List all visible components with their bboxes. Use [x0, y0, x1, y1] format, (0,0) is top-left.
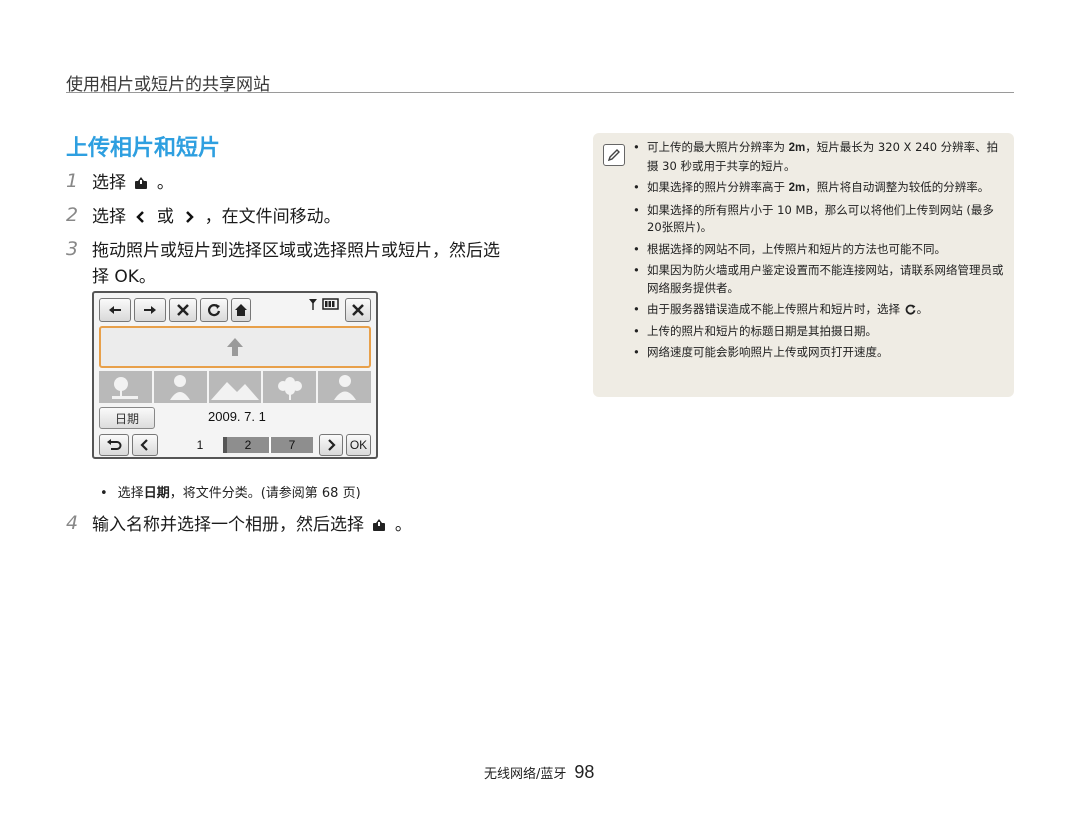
date-value: 2009. 7. 1: [208, 409, 266, 424]
bullet-prefix: 选择: [117, 486, 144, 501]
prev-button[interactable]: [132, 434, 158, 456]
resolution-2m-icon: 2m: [788, 142, 806, 154]
footer-section: 无线网络/蓝牙: [484, 767, 567, 782]
step-2: 2 选择 或 ，在文件间移动。: [66, 204, 341, 230]
step-text: 输入名称并选择一个相册，然后选择: [92, 515, 364, 535]
step-1: 1 选择 。: [66, 170, 174, 196]
thumbnail[interactable]: [208, 371, 262, 403]
flower-thumbnail-icon: [277, 377, 302, 400]
step-number: 1: [66, 170, 79, 192]
step-number: 2: [66, 204, 79, 226]
close-x-icon: [177, 304, 189, 316]
date-sort-button[interactable]: 日期: [99, 407, 155, 429]
date-sort-note: • 选择日期，将文件分类。(请参阅第 68 页): [100, 486, 361, 501]
page-footer: 无线网络/蓝牙 98: [484, 762, 594, 783]
return-icon: [107, 439, 122, 450]
step-text-end: 。: [394, 515, 412, 535]
battery-icon: [322, 298, 339, 310]
person-thumbnail-icon: [333, 375, 356, 400]
arrow-right-icon: [144, 306, 156, 314]
person-thumbnail-icon: [170, 375, 191, 400]
close-button[interactable]: [345, 298, 371, 322]
note-item: 网络速度可能会影响照片上传或网页打开速度。: [633, 344, 1005, 362]
thumbnail[interactable]: [263, 371, 317, 403]
timeline-label: 7: [271, 437, 313, 453]
timeline-label: 1: [196, 438, 204, 452]
note-box: 可上传的最大照片分辨率为 2m，短片最长为 320 X 240 分辨率、拍摄 3…: [593, 133, 1014, 397]
thumbnail[interactable]: [153, 371, 207, 403]
step-text-line1: 拖动照片或短片到选择区域或选择照片或短片，然后选: [92, 241, 500, 261]
forward-arrow-button[interactable]: [134, 298, 166, 322]
page-number: 98: [574, 762, 595, 782]
return-button[interactable]: [99, 434, 129, 456]
chevron-right-icon: [186, 211, 194, 223]
refresh-icon: [905, 304, 916, 315]
camera-screen: 日期 2009. 7. 1 1 2 7 OK: [92, 291, 378, 459]
note-item: 可上传的最大照片分辨率为 2m，短片最长为 320 X 240 分辨率、拍摄 3…: [633, 139, 1005, 175]
note-item: 如果选择的所有照片小于 10 MB，那么可以将他们上传到网站 (最多20张照片)…: [633, 202, 1005, 237]
upload-drop-zone[interactable]: [99, 326, 371, 368]
step-or: 或: [156, 207, 174, 227]
upload-arrow-icon: [227, 338, 243, 356]
arrow-left-icon: [109, 306, 121, 314]
delete-button[interactable]: [169, 298, 197, 322]
step-number: 4: [66, 512, 79, 534]
next-button[interactable]: [319, 434, 343, 456]
section-title: 上传相片和短片: [66, 136, 221, 161]
home-button[interactable]: [231, 298, 251, 322]
refresh-icon: [207, 304, 221, 317]
step-4: 4 输入名称并选择一个相册，然后选择 。: [66, 512, 412, 538]
step-text: 选择: [92, 207, 126, 227]
step-text-line2: 择 OK。: [92, 267, 156, 287]
header-divider: [66, 92, 1014, 93]
timeline-bar: 1 2 7 OK: [99, 434, 371, 456]
upload-icon: [373, 519, 386, 531]
chevron-left-icon: [140, 439, 148, 451]
refresh-button[interactable]: [200, 298, 228, 322]
signal-icon: [309, 299, 317, 310]
timeline-label: 2: [227, 437, 269, 453]
note-item: 上传的照片和短片的标题日期是其拍摄日期。: [633, 323, 1005, 341]
ok-button[interactable]: OK: [346, 434, 371, 456]
thumbnail[interactable]: [318, 371, 371, 403]
bullet-suffix: ，将文件分类。(请参阅第 68 页): [169, 486, 361, 501]
thumbnail-strip: [99, 371, 371, 403]
step-text-end: 。: [156, 173, 174, 193]
note-item: 如果选择的照片分辨率高于 2m，照片将自动调整为较低的分辨率。: [633, 179, 1005, 198]
palm-tree-thumbnail-icon: [112, 377, 139, 399]
chevron-right-icon: [328, 439, 336, 451]
chevron-left-icon: [136, 211, 145, 223]
back-arrow-button[interactable]: [99, 298, 131, 322]
thumbnail[interactable]: [99, 371, 152, 403]
timeline-track[interactable]: 1 2 7: [177, 437, 313, 453]
step-number: 3: [66, 238, 79, 260]
note-item: 根据选择的网站不同，上传照片和短片的方法也可能不同。: [633, 241, 1005, 259]
mountain-thumbnail-icon: [210, 382, 259, 400]
upload-icon: [135, 177, 148, 189]
resolution-2m-icon: 2m: [788, 182, 806, 194]
bullet-bold: 日期: [143, 486, 170, 501]
step-text: 选择: [92, 173, 126, 193]
home-icon: [235, 304, 247, 316]
note-pencil-icon: [603, 144, 625, 166]
close-icon: [352, 304, 364, 316]
note-list: 可上传的最大照片分辨率为 2m，短片最长为 320 X 240 分辨率、拍摄 3…: [633, 139, 1005, 366]
step-text-end: ，在文件间移动。: [204, 207, 341, 227]
note-item: 由于服务器错误造成不能上传照片和短片时，选择 。: [633, 301, 1005, 319]
note-item: 如果因为防火墙或用户鉴定设置而不能连接网站，请联系网络管理员或网络服务提供者。: [633, 262, 1005, 297]
step-3: 3 拖动照片或短片到选择区域或选择照片或短片，然后选 择 OK。: [66, 238, 500, 290]
